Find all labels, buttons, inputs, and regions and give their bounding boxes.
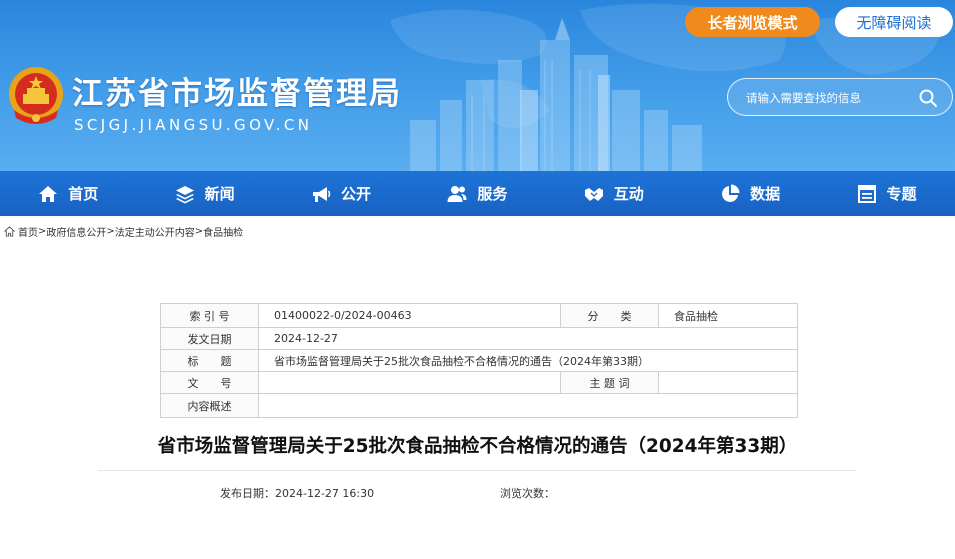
keywords-label: 主 题 词: [560, 371, 659, 394]
issue-date-value: 2024-12-27: [258, 327, 798, 350]
doc-title-label: 标 题: [160, 349, 259, 372]
summary-label: 内容概述: [160, 393, 259, 418]
breadcrumb: 首页 > 政府信息公开 > 法定主动公开内容 > 食品抽检: [4, 224, 243, 239]
nav-item-home[interactable]: 首页: [0, 171, 136, 216]
breadcrumb-statutory-link[interactable]: 法定主动公开内容: [115, 224, 195, 239]
elder-mode-button[interactable]: 长者浏览模式: [685, 7, 820, 37]
search-icon[interactable]: [918, 88, 938, 108]
megaphone-icon: [312, 186, 331, 202]
site-domain: SCJGJ.JIANGSU.GOV.CN: [74, 116, 313, 134]
summary-value: [258, 393, 798, 418]
nav-item-label: 首页: [68, 185, 99, 203]
site-header: 江苏省市场监督管理局 SCJGJ.JIANGSU.GOV.CN 长者浏览模式 无…: [0, 0, 955, 171]
table-row: 索 引 号 01400022-0/2024-00463 分 类 食品抽检: [160, 303, 798, 328]
table-row: 文 号 主 题 词: [160, 371, 798, 394]
home-icon: [4, 226, 15, 237]
title-divider: [98, 470, 856, 471]
category-label: 分 类: [560, 303, 659, 328]
nav-item-label: 公开: [340, 185, 371, 203]
user-group-icon: [447, 185, 467, 202]
view-count-label: 浏览次数：: [500, 487, 555, 500]
category-value: 食品抽检: [658, 303, 798, 328]
pie-chart-icon: [722, 184, 740, 202]
site-name: 江苏省市场监督管理局: [72, 76, 402, 112]
nav-item-public[interactable]: 公开: [273, 171, 409, 216]
breadcrumb-food-inspection-link[interactable]: 食品抽检: [203, 224, 243, 239]
breadcrumb-separator: >: [106, 226, 115, 237]
breadcrumb-separator: >: [38, 226, 47, 237]
nav-item-label: 数据: [750, 185, 781, 203]
table-row: 内容概述: [160, 393, 798, 418]
nav-item-service[interactable]: 服务: [409, 171, 545, 216]
keywords-value: [658, 371, 798, 394]
index-number-label: 索 引 号: [160, 303, 259, 328]
breadcrumb-home-link[interactable]: 首页: [18, 224, 38, 239]
breadcrumb-gov-info-link[interactable]: 政府信息公开: [46, 224, 106, 239]
home-icon: [39, 185, 58, 202]
table-row: 发文日期 2024-12-27: [160, 327, 798, 350]
doc-number-value: [258, 371, 561, 394]
publish-date: 发布日期：2024-12-27 16:30: [220, 487, 375, 500]
breadcrumb-separator: >: [194, 226, 204, 237]
window-icon: [857, 184, 876, 203]
nav-item-topics[interactable]: 专题: [818, 171, 954, 216]
main-nav: 首页 新闻 公开 服务 互动 数据 专题: [0, 171, 955, 216]
nav-item-data[interactable]: 数据: [682, 171, 818, 216]
nav-item-label: 服务: [477, 185, 508, 203]
nav-item-news[interactable]: 新闻: [136, 171, 272, 216]
nav-item-interaction[interactable]: 互动: [546, 171, 682, 216]
national-emblem-icon: [9, 67, 63, 124]
nav-item-label: 专题: [886, 185, 917, 203]
article-title: 省市场监督管理局关于25批次食品抽检不合格情况的通告（2024年第33期）: [157, 436, 798, 457]
search-input[interactable]: [746, 88, 906, 108]
doc-title-value: 省市场监督管理局关于25批次食品抽检不合格情况的通告（2024年第33期）: [258, 349, 798, 372]
document-info-table: 索 引 号 01400022-0/2024-00463 分 类 食品抽检 发文日…: [160, 303, 798, 418]
issue-date-label: 发文日期: [160, 327, 259, 350]
table-row: 标 题 省市场监督管理局关于25批次食品抽检不合格情况的通告（2024年第33期…: [160, 349, 798, 372]
accessibility-reading-button[interactable]: 无障碍阅读: [835, 7, 953, 37]
index-number-value: 01400022-0/2024-00463: [258, 303, 561, 328]
nav-item-label: 新闻: [204, 185, 235, 203]
search-box: [727, 78, 953, 116]
layers-icon: [175, 185, 194, 203]
handshake-icon: [584, 187, 603, 201]
nav-item-label: 互动: [613, 185, 644, 203]
doc-number-label: 文 号: [160, 371, 259, 394]
